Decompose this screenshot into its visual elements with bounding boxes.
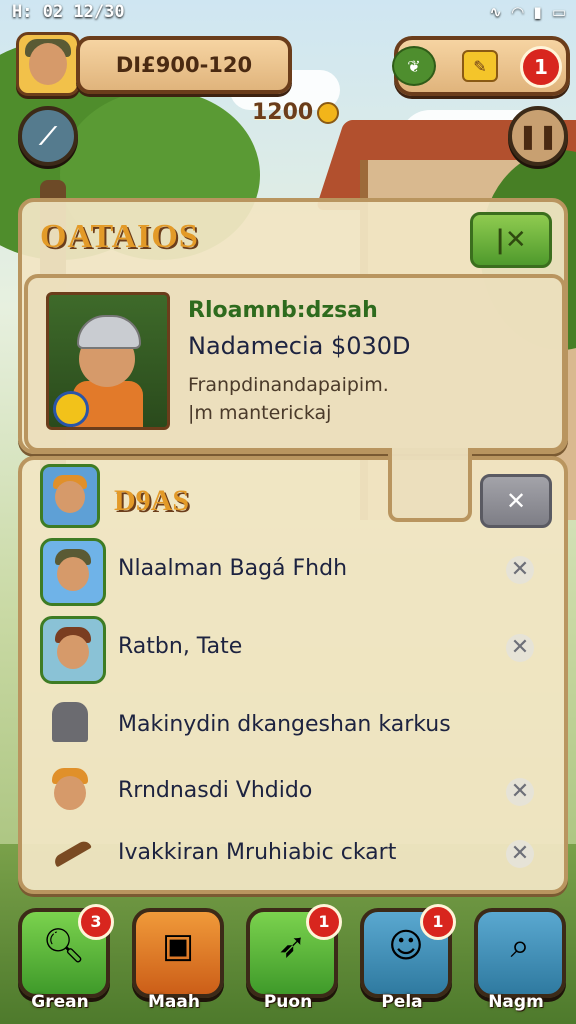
signal-icon: ▮ [533,3,542,21]
roster-row-label: Ratbn, Tate [118,634,243,659]
roster-title: D9AS [114,484,190,517]
coin-icon [317,102,340,124]
nav-badge: 1 [420,904,456,940]
panel-title: OATAIOS [40,218,199,255]
search-map-icon: ⌕ [510,926,530,966]
remove-icon[interactable]: ✕ [506,634,534,662]
roster-row[interactable]: Makinydin dkangeshan karkus [38,694,548,758]
hero-info-card: Rloamnb:dzsah Nadamecia $030D Franpdinan… [24,274,566,452]
nav-button-pela[interactable]: ☺ 1 [360,904,456,998]
wifi-icon: ◠ [512,3,524,21]
nav-button-maah[interactable]: ▣ [132,908,224,998]
roster-close-button[interactable]: ✕ [480,474,552,528]
soldier-helmet-icon [40,538,106,606]
hero-subtitle: Rloamnb:dzsah [188,298,378,323]
player-avatar[interactable] [16,32,80,96]
nav-label: Pela [381,992,423,1012]
nav-button-puon[interactable]: ➶ 1 [246,904,342,998]
close-icon: ✕ [505,487,527,515]
avatar-face [29,43,67,85]
leaf-icon: ❦ [392,46,436,86]
player-name-plate[interactable]: DI£900-120 [76,36,292,94]
player-name: DI£900-120 [115,53,253,77]
pickaxe-icon [40,822,100,884]
nav-label: Nagm [488,992,544,1012]
panel-close-button[interactable]: |✕ [470,212,552,268]
status-time: H: 02 12/30 [12,2,125,22]
roster-row[interactable]: Rrndnasdi Vhdido ✕ [38,760,548,824]
nav-badge: 3 [78,904,114,940]
bandana-warrior-icon [40,616,106,684]
knight-helmet-icon [40,694,100,756]
roster-row[interactable]: Nlaalman Bagá Fhdh ✕ [38,538,548,606]
pause-icon: ❚❚ [517,122,559,150]
coin-counter: 1200 [252,100,340,125]
hero-description-line1: Franpdinandapaipim. [188,374,389,396]
nfc-icon: ∿ [489,3,502,21]
nav-label: Grean [31,992,89,1012]
hero-portrait [46,292,170,430]
treasure-icon: ▣ [161,926,195,966]
panel-tab [388,448,472,522]
status-icons: ∿ ◠ ▮ ▭ [489,3,566,21]
pause-button[interactable]: ❚❚ [508,106,568,166]
level-badge-icon [53,391,89,427]
nav-button-nagm[interactable]: ⌕ [474,908,566,998]
remove-icon[interactable]: ✕ [506,556,534,584]
nav-badge: 1 [306,904,342,940]
edit-button[interactable]: ⟋ [18,106,78,166]
details-panel: OATAIOS |✕ Rloamnb:dzsah Nadamecia $030D… [18,198,568,454]
pen-icon: ⟋ [39,122,57,150]
battery-icon: ▭ [551,3,566,21]
close-icon: |✕ [495,225,527,255]
hero-name-price: Nadamecia $030D [188,332,411,360]
remove-icon[interactable]: ✕ [506,778,534,806]
helmet-icon [77,315,141,349]
roster-row[interactable]: Ivakkiran Mruhiabic ckart ✕ [38,822,548,886]
roster-row-label: Makinydin dkangeshan karkus [118,712,451,737]
remove-icon[interactable]: ✕ [506,840,534,868]
status-bar: H: 02 12/30 ∿ ◠ ▮ ▭ [0,0,576,26]
nav-label: Maah [148,992,200,1012]
roster-panel: D9AS ✕ Nlaalman Bagá Fhdh ✕ Ratbn, Tate … [18,448,568,894]
roster-row-label: Rrndnasdi Vhdido [118,778,313,803]
roster-row-label: Ivakkiran Mruhiabic ckart [118,840,397,865]
roster-row[interactable]: Ratbn, Tate ✕ [38,616,548,684]
nav-label: Puon [263,992,313,1012]
nav-button-grean[interactable]: 🔍︎ 3 [18,904,114,998]
bottom-nav: 🔍︎ 3 Grean ▣ Maah ➶ 1 Puon ☺ 1 Pela ⌕ Na… [0,898,576,1018]
resource-panel[interactable]: ❦ ✎ 1 [392,36,570,96]
header-face [55,481,85,513]
villager-icon [40,760,100,822]
roster-row-label: Nlaalman Bagá Fhdh [118,556,348,581]
gold-card-icon: ✎ [462,50,498,82]
resource-alert-badge[interactable]: 1 [520,46,562,88]
roster-header-icon [40,464,100,528]
hero-description-line2: |m manterickaj [188,402,332,424]
